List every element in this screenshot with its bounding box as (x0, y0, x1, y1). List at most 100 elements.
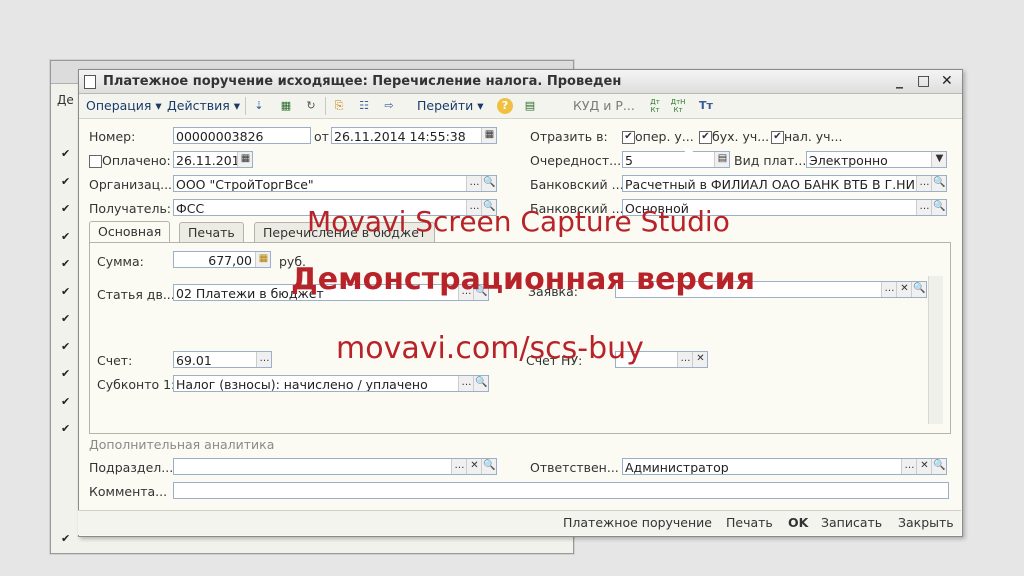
reflect-oper-label: опер. у... (635, 129, 694, 144)
sum-field[interactable]: 677,00 ▦ (173, 251, 271, 268)
report-icon[interactable]: ▤ (522, 98, 538, 114)
payment-order-button[interactable]: Платежное поручение (563, 515, 712, 530)
bank-account-field[interactable]: Расчетный в ФИЛИАЛ ОАО БАНК ВТБ В Г.НИ …… (622, 175, 947, 192)
search-icon[interactable]: 🔍 (931, 200, 946, 215)
minimize-button[interactable]: _ (896, 73, 903, 89)
date-field[interactable]: 26.11.2014 14:55:38 ▦ (331, 127, 497, 144)
reflect-nal-label: нал. уч... (784, 129, 843, 144)
clear-icon[interactable]: ✕ (466, 459, 482, 474)
org-value: ООО "СтройТоргВсе" (176, 177, 314, 192)
org-field[interactable]: ООО "СтройТоргВсе" … 🔍 (173, 175, 497, 192)
ellipsis-icon[interactable]: … (881, 282, 897, 297)
search-icon[interactable]: 🔍 (911, 282, 926, 297)
reflect-nal-checkbox[interactable]: ✔ нал. уч... (771, 129, 842, 144)
save-button[interactable]: Записать (821, 515, 882, 530)
reflect-buh-checkbox[interactable]: ✔ бух. уч... (699, 129, 769, 144)
payment-type-label: Вид плат... (734, 153, 807, 168)
payment-type-value: Электронно (809, 153, 888, 168)
enter-based-icon[interactable]: ⇨ (381, 98, 397, 114)
responsible-field[interactable]: Администратор … ✕ 🔍 (622, 458, 947, 475)
search-icon[interactable]: 🔍 (481, 459, 496, 474)
dtn-kt-icon[interactable]: ДтН Кт (670, 98, 686, 114)
goto-menu[interactable]: Перейти ▾ (417, 98, 484, 113)
ellipsis-icon[interactable]: … (256, 352, 271, 367)
division-field[interactable]: … ✕ 🔍 (173, 458, 497, 475)
copy-icon[interactable]: ⎘ (331, 98, 347, 114)
org-label: Организац... (89, 177, 173, 192)
account-value: 69.01 (176, 353, 212, 368)
clear-icon[interactable]: ✕ (916, 459, 932, 474)
recipient-value: ФСС (176, 201, 205, 216)
search-icon[interactable]: 🔍 (473, 376, 488, 391)
number-field[interactable]: 00000003826 (173, 127, 311, 144)
calculator-icon[interactable]: ▦ (255, 252, 270, 267)
account-field[interactable]: 69.01 … (173, 351, 272, 368)
ellipsis-icon[interactable]: … (458, 376, 474, 391)
paid-label: Оплачено: (102, 153, 171, 168)
bank-account-label: Банковский ... (530, 177, 624, 192)
subconto-value: Налог (взносы): начислено / уплачено (176, 377, 428, 392)
ellipsis-icon[interactable]: … (466, 176, 482, 191)
priority-field[interactable]: 5 ▤ (622, 151, 730, 168)
background-checkmarks: ✔ ✔ ✔ ✔ ✔ ✔ ✔ ✔ ✔ ✔ ✔ ✔ (61, 147, 71, 545)
window-titlebar: Платежное поручение исходящее: Перечисле… (79, 70, 962, 94)
text-icon[interactable]: Тт (698, 98, 714, 114)
division-label: Подраздел... (89, 460, 174, 475)
reflect-oper-checkbox[interactable]: ✔ опер. у... (622, 129, 694, 144)
dt-kt-icon[interactable]: Дт Кт (647, 98, 663, 114)
clear-icon[interactable]: ✕ (692, 352, 707, 367)
priority-value: 5 (625, 153, 633, 168)
tab-print[interactable]: Печать (179, 222, 244, 243)
close-form-button[interactable]: Закрыть (898, 515, 954, 530)
actions-menu[interactable]: Действия ▾ (167, 98, 240, 113)
number-label: Номер: (89, 129, 136, 144)
help-icon[interactable]: ? (497, 98, 513, 114)
ellipsis-icon[interactable]: … (916, 200, 932, 215)
ok-button[interactable]: OK (788, 515, 808, 530)
calendar-icon[interactable]: ▦ (481, 128, 496, 143)
refresh-icon[interactable]: ↻ (303, 98, 319, 114)
recipient-label: Получатель: (89, 201, 172, 216)
structure-icon[interactable]: ☷ (356, 98, 372, 114)
print-button[interactable]: Печать (726, 515, 773, 530)
check-icon: ✔ (699, 131, 712, 144)
clear-icon[interactable]: ✕ (896, 282, 912, 297)
calendar-icon[interactable]: ▦ (237, 152, 252, 167)
ellipsis-icon[interactable]: … (677, 352, 693, 367)
payment-type-select[interactable]: Электронно ▼ (806, 151, 947, 168)
check-icon: ✔ (771, 131, 784, 144)
ellipsis-icon[interactable]: … (901, 459, 917, 474)
calculator-icon[interactable]: ▤ (714, 152, 729, 167)
scrollbar[interactable] (928, 276, 943, 424)
tab-main[interactable]: Основная (89, 221, 171, 244)
paid-date-field[interactable]: 26.11.2014 ▦ (173, 151, 253, 168)
bank-account-value: Расчетный в ФИЛИАЛ ОАО БАНК ВТБ В Г.НИ (625, 177, 915, 192)
ellipsis-icon[interactable]: … (916, 176, 932, 191)
table-icon[interactable]: ▦ (278, 98, 294, 114)
search-icon[interactable]: 🔍 (931, 176, 946, 191)
responsible-label: Ответствен... (530, 460, 619, 475)
reflect-label: Отразить в: (530, 129, 608, 144)
paid-checkbox[interactable]: Оплачено: (89, 153, 171, 168)
analytics-section-title: Дополнительная аналитика (89, 437, 275, 452)
subconto-field[interactable]: Налог (взносы): начислено / уплачено … 🔍 (173, 375, 489, 392)
responsible-value: Администратор (625, 460, 729, 475)
separator (245, 97, 246, 115)
chevron-down-icon[interactable]: ▼ (931, 152, 946, 167)
background-tab-label[interactable]: Де (57, 93, 74, 107)
comment-field[interactable] (173, 482, 949, 499)
subconto-label: Субконто 1: (97, 377, 176, 392)
search-icon[interactable]: 🔍 (931, 459, 946, 474)
post-icon[interactable]: ⇣ (251, 98, 267, 114)
search-icon[interactable]: 🔍 (481, 176, 496, 191)
checkbox-icon (89, 155, 102, 168)
bottom-action-bar: Платежное поручение Печать OK Записать З… (78, 510, 961, 535)
ellipsis-icon[interactable]: … (451, 459, 467, 474)
separator (325, 97, 326, 115)
operation-menu[interactable]: Операция ▾ (86, 98, 162, 113)
kud-button[interactable]: КУД и Р... (573, 98, 635, 113)
close-button[interactable]: ✕ (941, 73, 953, 89)
maximize-button[interactable]: □ (917, 73, 930, 89)
watermark-line-1: Movavi Screen Capture Studio (307, 205, 730, 238)
account-label: Счет: (97, 353, 133, 368)
